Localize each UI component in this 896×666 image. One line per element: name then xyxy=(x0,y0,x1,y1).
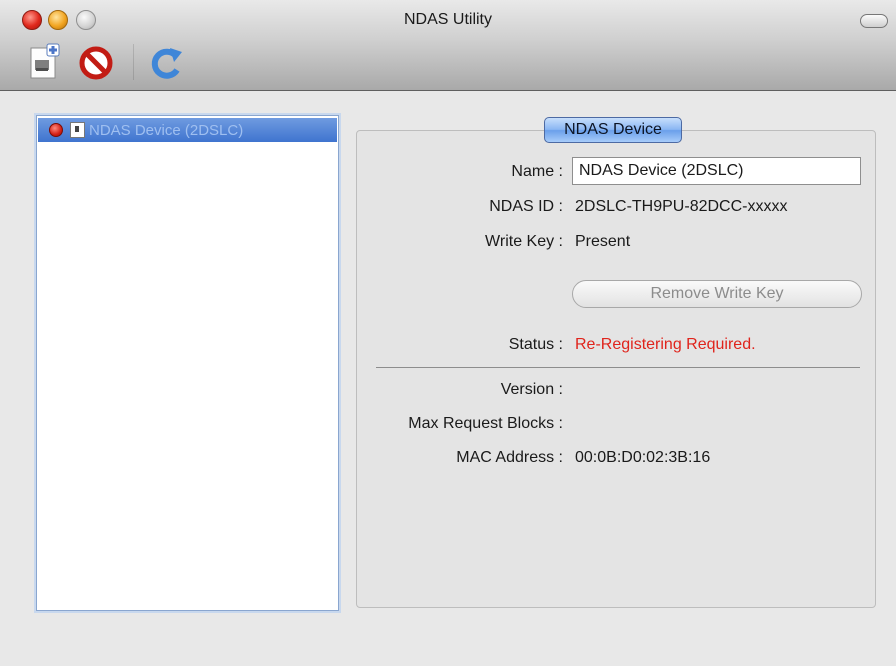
mac-address-value: 00:0B:D0:02:3B:16 xyxy=(575,449,711,466)
device-list[interactable]: NDAS Device (2DSLC) xyxy=(36,115,339,611)
window-title: NDAS Utility xyxy=(403,11,492,28)
mac-address-label: MAC Address : xyxy=(456,449,563,466)
add-document-icon xyxy=(30,43,60,79)
refresh-icon xyxy=(151,48,182,79)
status-value: Re-Registering Required. xyxy=(575,336,756,353)
write-key-value: Present xyxy=(575,233,631,250)
version-label: Version : xyxy=(500,381,563,398)
prohibited-icon xyxy=(79,46,113,80)
max-request-blocks-label: Max Request Blocks : xyxy=(408,415,563,432)
add-device-button[interactable] xyxy=(26,42,66,82)
ndas-utility-window: NDAS Utility NDAS Device (2DSLC) NDAS De… xyxy=(0,0,896,666)
device-list-item[interactable]: NDAS Device (2DSLC) xyxy=(38,118,337,142)
device-details-title: NDAS Device xyxy=(544,117,682,143)
unregister-device-button[interactable] xyxy=(76,42,116,82)
write-key-label: Write Key : xyxy=(485,233,563,250)
ndas-device-icon xyxy=(70,122,85,138)
refresh-button[interactable] xyxy=(146,42,186,82)
ndas-id-value: 2DSLC-TH9PU-82DCC-xxxxx xyxy=(575,198,788,215)
name-field[interactable] xyxy=(572,157,861,185)
device-list-item-label: NDAS Device (2DSLC) xyxy=(89,121,244,139)
divider xyxy=(376,367,860,368)
toolbar-toggle-button[interactable] xyxy=(860,14,888,28)
status-dot-icon xyxy=(49,123,63,137)
status-label: Status : xyxy=(508,336,563,353)
remove-write-key-button[interactable]: Remove Write Key xyxy=(572,280,862,308)
title-bar: NDAS Utility xyxy=(0,0,896,91)
ndas-id-label: NDAS ID : xyxy=(489,198,563,215)
name-label: Name : xyxy=(511,163,563,180)
toolbar-separator xyxy=(133,44,134,80)
